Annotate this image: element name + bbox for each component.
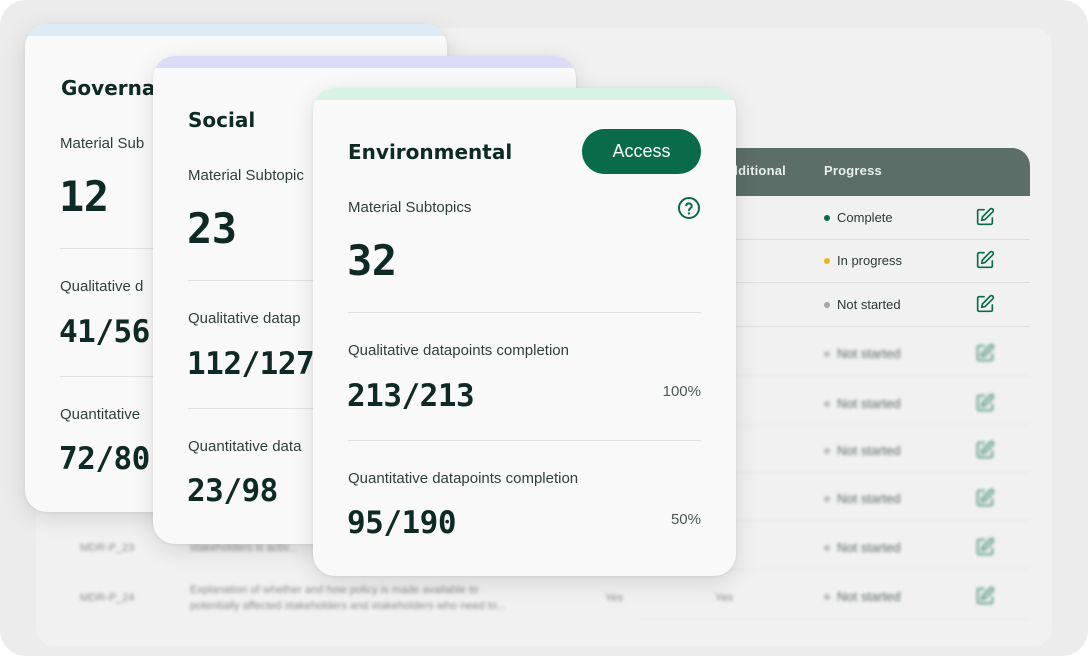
subtopics-label: Material Sub — [60, 135, 145, 152]
status-dot — [824, 257, 830, 264]
status-label: Not started — [837, 540, 901, 555]
status-label: Complete — [837, 210, 893, 225]
status-label: In progress — [837, 253, 903, 268]
screenshot-frame: dditional Progress Complete In progress No… — [0, 0, 1088, 656]
edit-icon[interactable] — [974, 487, 996, 509]
status-badge: In progress — [824, 253, 902, 268]
status-label: Not started — [837, 589, 901, 604]
table-row: Not started — [640, 575, 1030, 619]
blurred-row-value: Yes — [605, 592, 623, 604]
quantitative-value: 95/190 — [347, 505, 456, 541]
status-label: Not started — [837, 346, 901, 361]
card-title: Social — [188, 108, 256, 132]
environmental-card-band — [313, 88, 736, 100]
access-button[interactable]: Access — [582, 129, 701, 174]
quantitative-label: Quantitative datapoints completion — [348, 470, 579, 487]
quantitative-value: 72/80 — [59, 441, 150, 477]
qualitative-percent: 100% — [662, 383, 701, 400]
status-label: Not started — [837, 491, 901, 506]
status-dot — [824, 593, 830, 600]
status-badge: Not started — [824, 491, 901, 506]
edit-icon[interactable] — [974, 585, 996, 607]
status-dot — [824, 544, 830, 551]
quantitative-value: 23/98 — [187, 473, 278, 509]
edit-icon[interactable] — [974, 392, 996, 414]
qualitative-value: 112/127 — [187, 346, 315, 382]
edit-icon[interactable] — [974, 342, 996, 364]
status-dot — [824, 301, 830, 308]
status-dot — [824, 400, 830, 407]
blurred-row-code: MDR-P_23 — [80, 542, 135, 554]
status-label: Not started — [837, 443, 901, 458]
edit-icon[interactable] — [974, 536, 996, 558]
edit-icon[interactable] — [974, 439, 996, 461]
edit-icon[interactable] — [974, 249, 996, 271]
social-card-band — [153, 56, 576, 68]
edit-icon[interactable] — [974, 293, 996, 315]
card-title: Environmental — [348, 140, 513, 164]
blurred-row-value: Yes — [715, 592, 733, 604]
status-badge: Not started — [824, 589, 901, 604]
quantitative-label: Quantitative data — [188, 438, 302, 455]
quantitative-label: Quantitative — [60, 406, 141, 423]
header-progress: Progress — [824, 163, 882, 178]
status-badge: Not started — [824, 443, 901, 458]
status-badge: Not started — [824, 346, 901, 361]
edit-icon[interactable] — [974, 206, 996, 228]
qualitative-value: 41/56 — [59, 314, 150, 350]
status-badge: Not started — [824, 396, 901, 411]
divider — [348, 440, 701, 441]
status-label: Not started — [837, 297, 901, 312]
blurred-row-code: MDR-P_24 — [80, 592, 135, 604]
status-badge: Not started — [824, 297, 901, 312]
status-dot — [824, 447, 830, 454]
qualitative-label: Qualitative datap — [188, 310, 301, 327]
subtopics-value: 32 — [347, 236, 397, 285]
qualitative-label: Qualitative d — [60, 278, 144, 295]
status-badge: Complete — [824, 210, 893, 225]
subtopics-value: 12 — [59, 172, 109, 221]
subtopics-value: 23 — [187, 204, 237, 253]
governance-card-band — [25, 24, 447, 36]
qualitative-value: 213/213 — [347, 378, 475, 414]
blurred-row-text: Explanation of whether and how policy is… — [190, 584, 479, 596]
status-badge: Not started — [824, 540, 901, 555]
qualitative-label: Qualitative datapoints completion — [348, 342, 569, 359]
status-dot — [824, 350, 830, 357]
subtopics-label: Material Subtopic — [188, 167, 304, 184]
blurred-row-text: potentially affected stakeholders and st… — [190, 600, 506, 612]
quantitative-percent: 50% — [670, 511, 701, 528]
header-additional: dditional — [730, 163, 786, 178]
divider — [348, 312, 701, 313]
subtopics-label: Material Subtopics — [348, 199, 472, 216]
environmental-card[interactable]: Environmental Access Material Subtopics … — [313, 88, 736, 576]
card-title: Governa — [61, 76, 156, 100]
status-label: Not started — [837, 396, 901, 411]
status-dot — [824, 214, 830, 221]
status-dot — [824, 495, 830, 502]
question-circle-icon[interactable] — [677, 196, 701, 220]
